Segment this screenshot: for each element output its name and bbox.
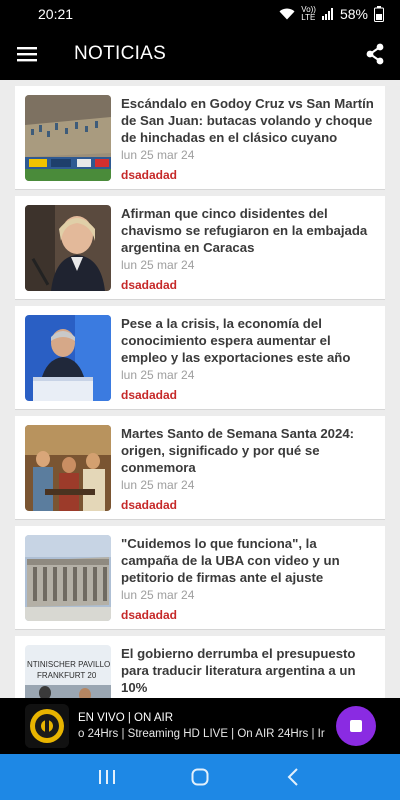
stop-icon (350, 720, 362, 732)
battery-icon (374, 6, 384, 22)
share-button[interactable] (350, 28, 400, 80)
book-fair-photo: NTINISCHER PAVILLO FRANKFURT 20 (25, 645, 111, 698)
player-subtitle: o 24Hrs | Streaming HD LIVE | On AIR 24H… (78, 728, 325, 740)
news-date: lun 25 mar 24 (121, 148, 195, 162)
status-time: 20:21 (38, 6, 74, 22)
back-icon (287, 768, 299, 786)
news-item-text: "Cuidemos lo que funciona", la campaña d… (121, 535, 376, 622)
news-source: dsadadad (121, 388, 178, 402)
live-player-bar[interactable]: EN VIVO | ON AIR o 24Hrs | Streaming HD … (0, 698, 400, 754)
news-headline[interactable]: Afirman que cinco disidentes del chavism… (121, 205, 376, 256)
news-item[interactable]: Pese a la crisis, la economía del conoci… (15, 306, 385, 410)
signal-icon (321, 8, 333, 20)
back-button[interactable] (273, 757, 313, 797)
news-date: lun 25 mar 24 (121, 588, 195, 602)
menu-button[interactable] (0, 28, 54, 80)
news-date: lun 25 mar 24 (121, 368, 195, 382)
man-podium-photo (25, 315, 111, 401)
painting-photo (25, 425, 111, 511)
volte-indicator: Vo)) LTE (301, 5, 316, 22)
news-source: dsadadad (121, 498, 178, 512)
university-building-photo (25, 535, 111, 621)
news-item-text: Martes Santo de Semana Santa 2024: orige… (121, 425, 376, 512)
news-item[interactable]: NTINISCHER PAVILLO FRANKFURT 20 El gobie… (15, 636, 385, 698)
battery-percent: 58% (339, 6, 368, 22)
app-bar: NOTICIAS (0, 28, 400, 80)
news-date: lun 25 mar 24 (121, 258, 195, 272)
news-headline[interactable]: "Cuidemos lo que funciona", la campaña d… (121, 535, 376, 586)
wifi-icon (279, 8, 295, 20)
news-headline[interactable]: Martes Santo de Semana Santa 2024: orige… (121, 425, 376, 476)
share-icon (366, 43, 384, 65)
news-item-text: Escándalo en Godoy Cruz vs San Martín de… (121, 95, 376, 182)
news-item[interactable]: Afirman que cinco disidentes del chavism… (15, 196, 385, 300)
thumb-text-line-2: FRANKFURT 20 (37, 671, 97, 680)
station-logo (25, 704, 69, 748)
news-headline[interactable]: Pese a la crisis, la economía del conoci… (121, 315, 376, 366)
news-source: dsadadad (121, 168, 178, 182)
stadium-photo (25, 95, 111, 181)
status-bar: 20:21 Vo)) LTE 58% (0, 0, 400, 28)
news-item-text: El gobierno derrumba el presupuesto para… (121, 645, 376, 698)
home-button[interactable] (180, 757, 220, 797)
news-item-text: Pese a la crisis, la economía del conoci… (121, 315, 376, 402)
page-title: NOTICIAS (74, 43, 167, 64)
thumb-text-line-1: NTINISCHER PAVILLO (27, 660, 110, 669)
news-date: lun 25 mar 24 (121, 478, 195, 492)
woman-speaking-photo (25, 205, 111, 291)
news-source: dsadadad (121, 278, 178, 292)
news-headline[interactable]: El gobierno derrumba el presupuesto para… (121, 645, 376, 696)
news-item[interactable]: Martes Santo de Semana Santa 2024: orige… (15, 416, 385, 520)
system-nav-bar (0, 754, 400, 800)
news-item[interactable]: Escándalo en Godoy Cruz vs San Martín de… (15, 86, 385, 190)
stop-button[interactable] (336, 706, 376, 746)
home-icon (191, 768, 209, 786)
phone-screen: 20:21 Vo)) LTE 58% NOTICIAS Escándalo en… (0, 0, 400, 800)
news-item-text: Afirman que cinco disidentes del chavism… (121, 205, 376, 292)
hamburger-icon (17, 47, 37, 62)
news-source: dsadadad (121, 608, 178, 622)
recent-apps-icon (98, 770, 115, 784)
news-list[interactable]: Escándalo en Godoy Cruz vs San Martín de… (0, 80, 400, 698)
player-title: EN VIVO | ON AIR (78, 712, 174, 724)
recent-apps-button[interactable] (87, 757, 127, 797)
news-item[interactable]: "Cuidemos lo que funciona", la campaña d… (15, 526, 385, 630)
news-headline[interactable]: Escándalo en Godoy Cruz vs San Martín de… (121, 95, 376, 146)
status-icons: Vo)) LTE 58% (279, 6, 384, 22)
